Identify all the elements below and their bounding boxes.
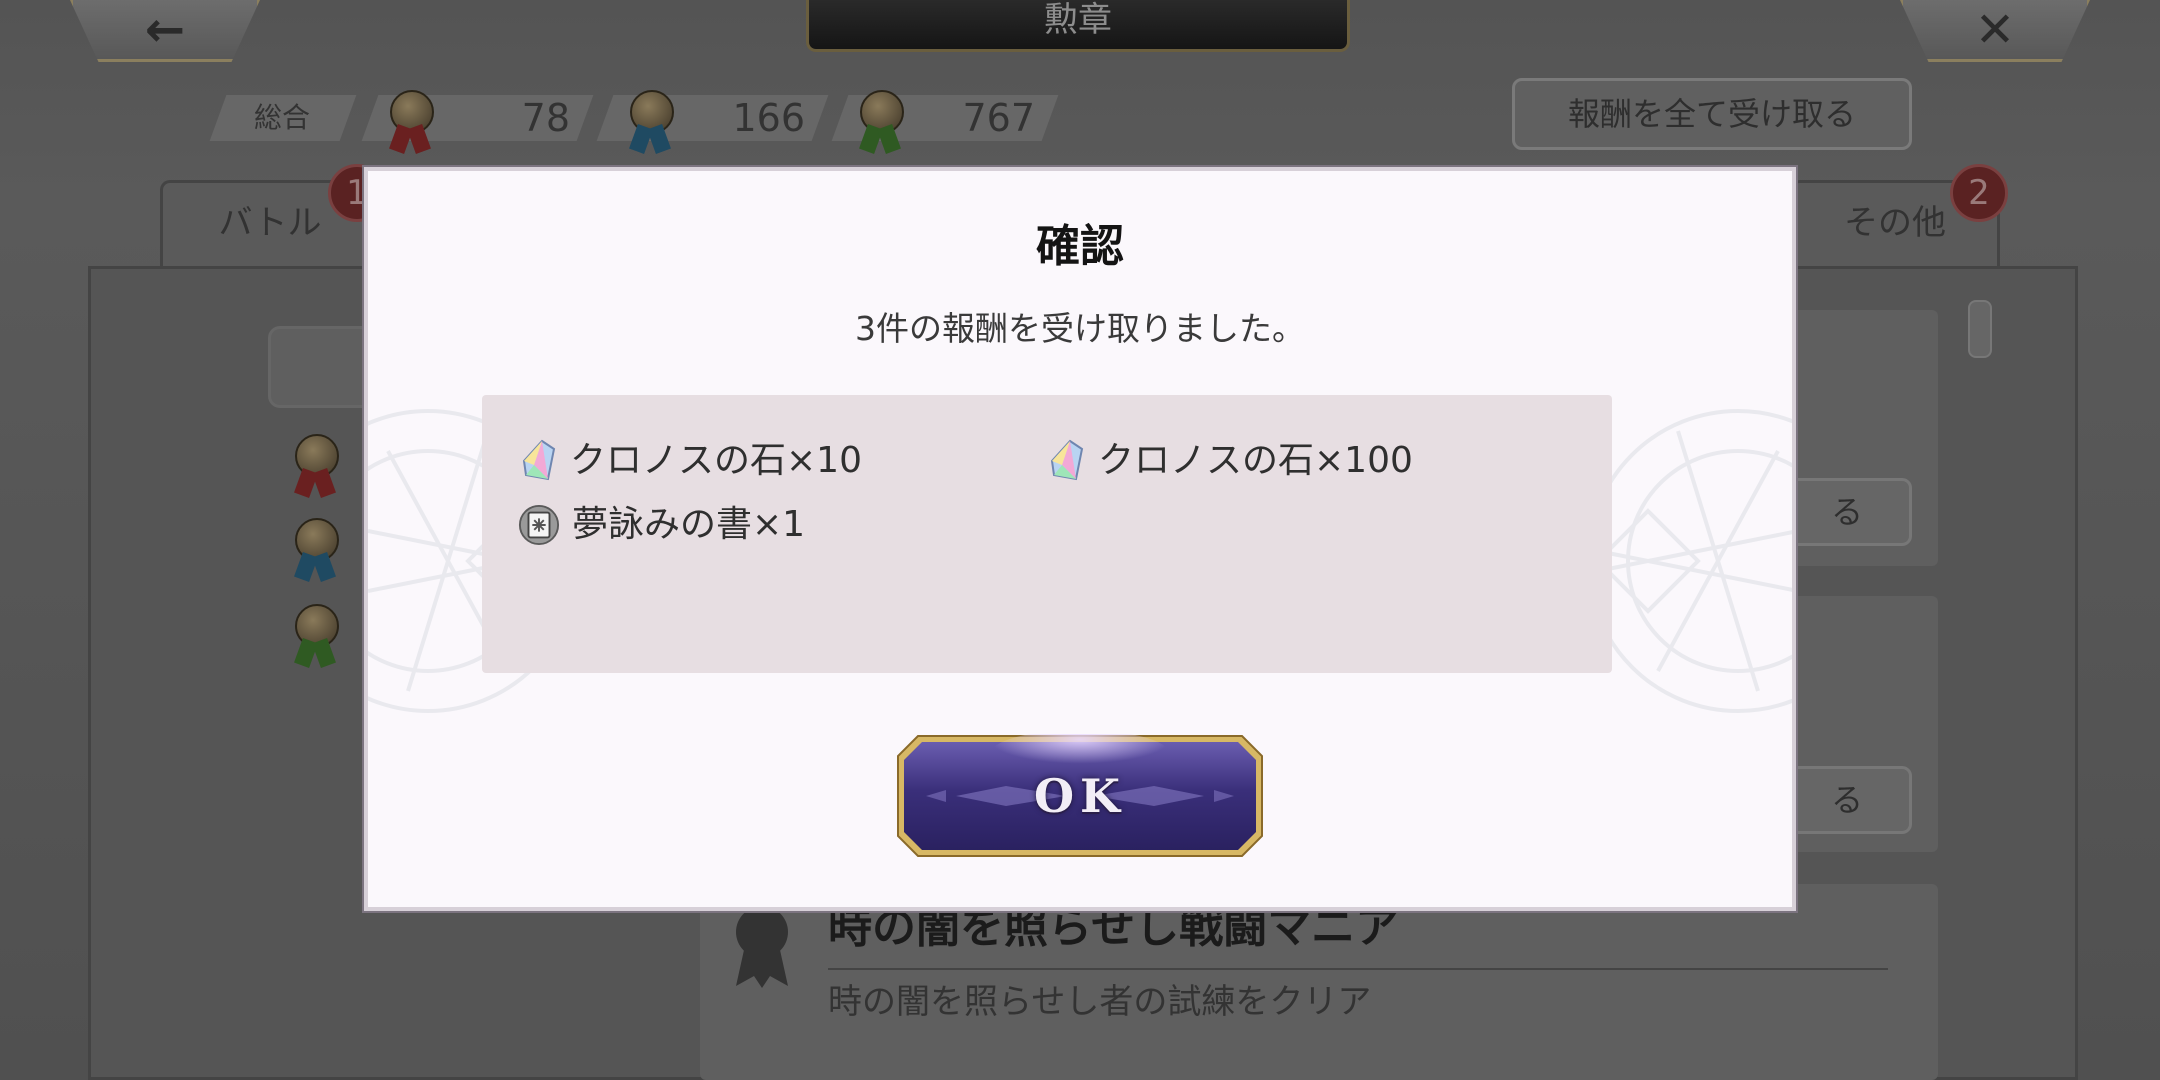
reward-label: 夢詠みの書×1 (572, 504, 806, 545)
reward-item: クロノスの石×10 (520, 433, 862, 489)
tab-other-badge: 2 (1950, 164, 2008, 222)
gold-medal-icon (385, 90, 435, 154)
page-title: 勲章 (1044, 0, 1112, 40)
reward-item: クロノスの石×100 (1048, 433, 1413, 489)
gold-medal-count: 78 (521, 96, 570, 140)
ok-button[interactable]: OK (896, 734, 1264, 858)
dialog-title: 確認 (1036, 221, 1124, 272)
divider (828, 968, 1888, 970)
close-icon: ✕ (1974, 2, 2016, 58)
medal-silhouette-icon (736, 906, 788, 988)
dialog-message: 3件の報酬を受け取りました。 (855, 309, 1305, 348)
dream-book-icon (518, 504, 560, 546)
bronze-medal-icon (855, 90, 905, 154)
chronos-stone-icon (522, 439, 556, 481)
silver-medal-icon (290, 518, 340, 582)
reward-label: クロノスの石×10 (570, 440, 862, 481)
claim-button[interactable]: る (1782, 766, 1912, 834)
ok-button-label: OK (1033, 769, 1127, 823)
reward-label: クロノスの石×100 (1098, 440, 1413, 481)
reward-list: クロノスの石×10 クロノスの石×100 夢詠みの書×1 (482, 395, 1612, 673)
title-plate: 勲章 (806, 0, 1350, 52)
close-button[interactable]: ✕ (1900, 0, 2090, 62)
medal-description: 時の闇を照らせし者の試練をクリア (828, 982, 1372, 1022)
bronze-medal-count: 767 (962, 96, 1035, 140)
back-button[interactable]: ← (70, 0, 260, 62)
bronze-medal-icon (290, 604, 340, 668)
chronos-stone-icon (1050, 439, 1084, 481)
scrollbar-thumb[interactable] (1968, 300, 1992, 358)
stat-total-label: 総合 (254, 101, 311, 134)
arrow-left-icon: ← (144, 2, 186, 58)
gold-medal-icon (290, 434, 340, 498)
confirm-dialog: 確認 3件の報酬を受け取りました。 クロノスの石×10 クロノスの石×100 夢… (364, 167, 1796, 911)
claim-all-rewards-button[interactable]: 報酬を全て受け取る (1512, 78, 1912, 150)
silver-medal-count: 166 (732, 96, 805, 140)
silver-medal-icon (625, 90, 675, 154)
claim-button[interactable]: る (1782, 478, 1912, 546)
reward-item: 夢詠みの書×1 (518, 497, 805, 553)
